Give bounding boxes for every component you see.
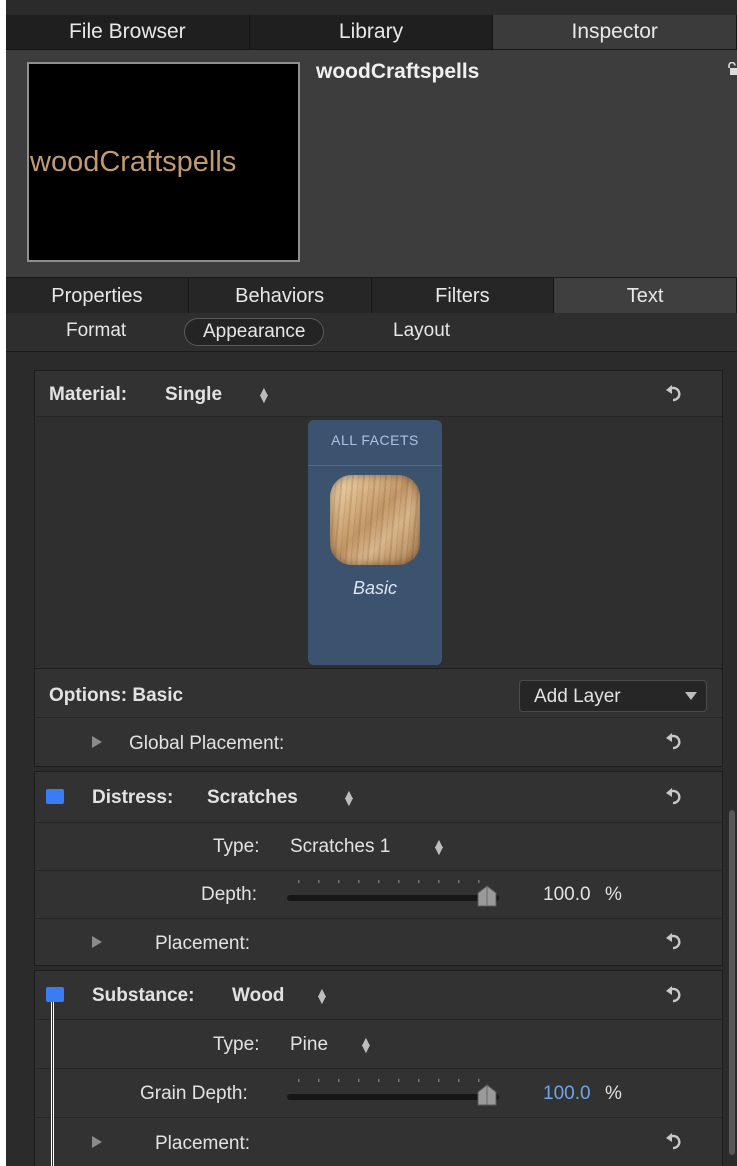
grain-depth-slider-track[interactable]	[287, 1094, 499, 1100]
options-panel: Options: Basic Add Layer Global Placemen…	[34, 668, 723, 767]
substance-value[interactable]: Wood	[232, 985, 284, 1007]
tab-inspector[interactable]: Inspector	[493, 15, 737, 49]
distress-type-row: Type: Scratches 1 ▲ ▼	[35, 823, 722, 871]
facet-divider	[308, 465, 442, 466]
inspector-tab-bar: Properties Behaviors Filters Text	[6, 277, 737, 314]
grain-depth-unit: %	[605, 1083, 622, 1104]
reset-icon[interactable]	[664, 732, 684, 752]
distress-label: Distress:	[92, 787, 174, 808]
slider-ticks	[298, 880, 480, 883]
subtab-layout[interactable]: Layout	[393, 318, 450, 344]
preview-thumbnail: woodCraftspells	[27, 62, 300, 262]
substance-type-label: Type:	[213, 1034, 260, 1055]
distress-enable-checkbox[interactable]	[46, 789, 64, 804]
lock-icon[interactable]	[727, 62, 737, 76]
depth-value[interactable]: 100.0	[543, 884, 591, 906]
facet-header: ALL FACETS	[331, 432, 419, 448]
distress-type-label: Type:	[213, 836, 260, 857]
grain-depth-row: Grain Depth: 100.0 %	[35, 1069, 722, 1118]
reset-icon[interactable]	[664, 787, 684, 807]
distress-type-stepper-icon[interactable]: ▲ ▼	[432, 836, 446, 857]
distress-placement-row[interactable]: Placement:	[35, 919, 722, 965]
add-layer-label: Add Layer	[534, 686, 621, 707]
distress-value[interactable]: Scratches	[207, 787, 298, 809]
callout-line-inner	[52, 1002, 53, 1166]
material-value[interactable]: Single	[165, 384, 222, 406]
grain-depth-value[interactable]: 100.0	[543, 1083, 591, 1105]
distress-stepper-icon[interactable]: ▲ ▼	[342, 787, 356, 808]
reset-icon[interactable]	[664, 384, 684, 404]
substance-stepper-icon[interactable]: ▲ ▼	[315, 985, 329, 1006]
options-row: Options: Basic Add Layer	[35, 669, 722, 718]
tab-library[interactable]: Library	[250, 15, 494, 49]
disclosure-triangle-icon[interactable]	[92, 736, 102, 748]
text-sub-tabs: Format Appearance Layout	[6, 313, 737, 352]
substance-panel: Substance: Wood ▲ ▼ Type: Pine ▲ ▼ Grain D…	[34, 970, 723, 1166]
substance-placement-label: Placement:	[155, 1133, 251, 1154]
substance-type-row: Type: Pine ▲ ▼	[35, 1020, 722, 1069]
substance-type-stepper-icon[interactable]: ▲ ▼	[359, 1034, 373, 1055]
distress-placement-label: Placement:	[155, 933, 251, 954]
substance-label: Substance:	[92, 985, 195, 1006]
facet-name: Basic	[352, 578, 397, 598]
facet-card-basic[interactable]: ALL FACETS Basic	[308, 420, 442, 665]
distress-panel: Distress: Scratches ▲ ▼ Type: Scratches 1…	[34, 771, 723, 966]
distress-type-value[interactable]: Scratches 1	[290, 836, 390, 858]
tab-file-browser[interactable]: File Browser	[6, 15, 250, 49]
tab-behaviors[interactable]: Behaviors	[189, 278, 372, 314]
distress-depth-row: Depth: 100.0 %	[35, 871, 722, 919]
depth-unit: %	[605, 884, 622, 905]
subtab-appearance[interactable]: Appearance	[184, 318, 325, 346]
preview-text: woodCraftspells	[30, 145, 237, 178]
material-label: Material:	[49, 384, 128, 405]
wood-material-swatch	[330, 475, 420, 565]
scrollbar[interactable]	[729, 810, 735, 1155]
reset-icon[interactable]	[664, 932, 684, 952]
grain-depth-slider-knob[interactable]	[477, 1084, 497, 1106]
tab-filters[interactable]: Filters	[372, 278, 555, 314]
distress-header-row: Distress: Scratches ▲ ▼	[35, 772, 722, 823]
tab-text[interactable]: Text	[554, 278, 737, 314]
object-header: woodCraftspells woodCraftspells	[6, 50, 737, 277]
global-placement-row[interactable]: Global Placement:	[35, 718, 722, 766]
inspector-window: File Browser Library Inspector woodCraft…	[6, 0, 737, 1166]
object-name: woodCraftspells	[316, 60, 480, 83]
reset-icon[interactable]	[664, 985, 684, 1005]
add-layer-dropdown[interactable]: Add Layer	[519, 680, 707, 712]
substance-type-value[interactable]: Pine	[290, 1034, 328, 1056]
disclosure-triangle-icon[interactable]	[92, 1136, 102, 1148]
global-placement-label: Global Placement:	[129, 733, 285, 754]
substance-placement-row[interactable]: Placement:	[35, 1118, 722, 1166]
chevron-down-icon	[685, 692, 697, 700]
reset-icon[interactable]	[664, 1132, 684, 1152]
top-tab-bar: File Browser Library Inspector	[6, 15, 737, 50]
depth-slider-track[interactable]	[287, 895, 499, 901]
slider-ticks	[298, 1079, 480, 1082]
depth-label: Depth:	[201, 884, 257, 905]
tab-properties[interactable]: Properties	[6, 278, 189, 314]
substance-enable-checkbox[interactable]	[46, 987, 64, 1002]
subtab-format[interactable]: Format	[66, 318, 126, 344]
material-stepper-icon[interactable]: ▲ ▼	[257, 384, 271, 405]
options-label: Options: Basic	[49, 685, 184, 706]
substance-header-row: Substance: Wood ▲ ▼	[35, 971, 722, 1020]
disclosure-triangle-icon[interactable]	[92, 936, 102, 948]
grain-depth-label: Grain Depth:	[140, 1083, 248, 1104]
material-row: Material: Single ▲ ▼	[35, 371, 722, 417]
depth-slider-knob[interactable]	[477, 885, 497, 907]
